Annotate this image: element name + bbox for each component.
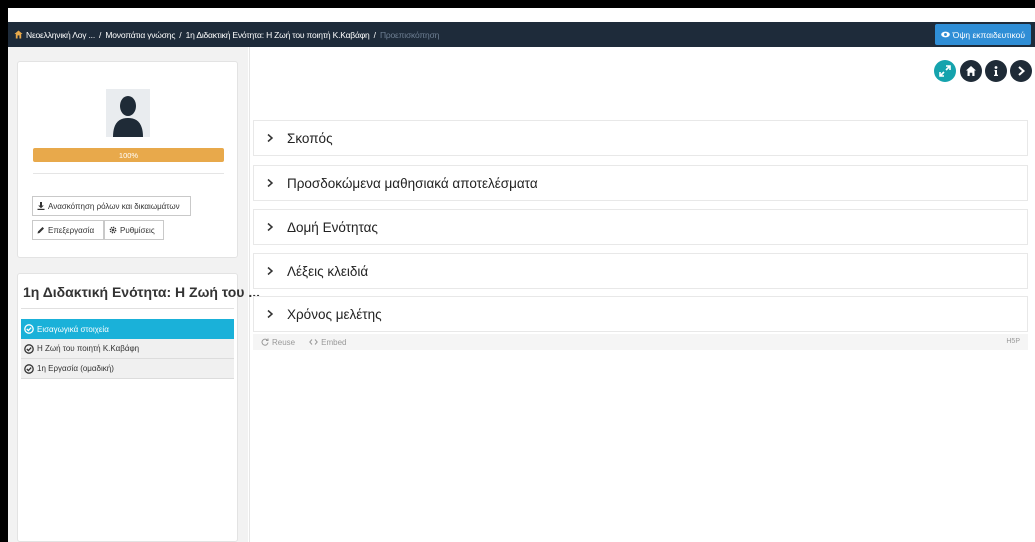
divider xyxy=(21,308,234,309)
divider xyxy=(33,173,224,174)
accordion-label: Σκοπός xyxy=(287,130,333,146)
avatar xyxy=(106,89,150,137)
breadcrumb-current: Προεπισκόπηση xyxy=(379,29,440,40)
accordion-label: Δομή Ενότητας xyxy=(287,219,378,235)
unit-item-assignment[interactable]: 1η Εργασία (ομαδική) xyxy=(21,359,234,379)
breadcrumb-paths[interactable]: Μονοπάτια γνώσης xyxy=(105,30,175,40)
progress-label: 100% xyxy=(118,150,139,160)
breadcrumb-separator: / xyxy=(98,29,102,40)
edit-button[interactable]: Επεξεργασία xyxy=(32,220,104,240)
gear-icon xyxy=(109,226,117,234)
accordion-item-keywords[interactable]: Λέξεις κλειδιά xyxy=(253,253,1028,289)
eye-icon xyxy=(940,31,950,38)
accordion-item-study-time[interactable]: Χρόνος μελέτης xyxy=(253,296,1028,332)
info-button[interactable] xyxy=(985,60,1007,82)
accordion-label: Λέξεις κλειδιά xyxy=(287,263,369,279)
progress-bar: 100% xyxy=(33,148,224,162)
unit-card: 1η Διδακτική Ενότητα: Η Ζωή του ... Εισα… xyxy=(17,273,260,542)
settings-button[interactable]: Ρυθμίσεις xyxy=(104,220,164,240)
settings-label: Ρυθμίσεις xyxy=(120,225,155,235)
home-icon[interactable] xyxy=(14,30,23,39)
teacher-view-label: Όψη εκπαιδευτικού xyxy=(952,29,1025,40)
review-roles-label: Ανασκόπηση ρόλων και δικαιωμάτων xyxy=(48,201,180,211)
next-icon xyxy=(1018,66,1026,76)
unit-title: 1η Διδακτική Ενότητα: Η Ζωή του ... xyxy=(23,284,260,300)
accordion-label: Χρόνος μελέτης xyxy=(287,306,382,322)
review-roles-button[interactable]: Ανασκόπηση ρόλων και δικαιωμάτων xyxy=(32,196,191,216)
breadcrumb-course[interactable]: Νεοελληνική Λογ ... xyxy=(26,30,95,40)
pencil-icon xyxy=(37,227,44,234)
unit-item-label: Εισαγωγικά στοιχεία xyxy=(37,324,109,334)
edit-label: Επεξεργασία xyxy=(48,225,95,235)
accordion-label: Προσδοκώμενα μαθησιακά αποτελέσματα xyxy=(287,175,538,191)
embed-label: Embed xyxy=(321,337,347,347)
reuse-button[interactable]: Reuse xyxy=(261,338,295,347)
h5p-logo[interactable]: H5P xyxy=(1006,338,1020,345)
check-circle-icon xyxy=(24,324,34,334)
breadcrumb-separator: / xyxy=(373,29,376,40)
breadcrumb: Νεοελληνική Λογ ... / Μονοπάτια γνώσης /… xyxy=(8,22,1035,47)
embed-icon xyxy=(309,339,318,345)
info-icon xyxy=(994,66,998,76)
breadcrumb-separator: / xyxy=(179,29,182,40)
app-frame: Νεοελληνική Λογ ... / Μονοπάτια γνώσης /… xyxy=(8,8,1035,542)
chevron-right-icon xyxy=(267,133,274,143)
check-circle-icon xyxy=(24,343,34,354)
user-silhouette-icon xyxy=(113,96,143,137)
accordion-item-structure[interactable]: Δομή Ενότητας xyxy=(253,209,1028,245)
chevron-right-icon xyxy=(267,309,274,319)
check-circle-icon xyxy=(24,363,34,374)
unit-item-label: 1η Εργασία (ομαδική) xyxy=(37,364,114,373)
breadcrumb-unit[interactable]: 1η Διδακτική Ενότητα: Η Ζωή του ποιητή Κ… xyxy=(186,30,370,40)
teacher-view-button[interactable]: Όψη εκπαιδευτικού xyxy=(934,24,1031,45)
profile-card: 100% Ανασκόπηση ρόλων και δικαιωμάτων Επ… xyxy=(17,61,238,258)
home-button[interactable] xyxy=(960,60,982,82)
chevron-right-icon xyxy=(267,266,274,276)
unit-item-life[interactable]: Η Ζωή του ποιητή Κ.Καβάφη xyxy=(21,339,234,359)
embed-button[interactable]: Embed xyxy=(309,338,346,347)
accordion-item-purpose[interactable]: Σκοπός xyxy=(253,120,1028,156)
expand-icon xyxy=(939,65,951,77)
chevron-right-icon xyxy=(267,178,274,188)
accordion-item-outcomes[interactable]: Προσδοκώμενα μαθησιακά αποτελέσματα xyxy=(253,165,1028,201)
unit-item-label: Η Ζωή του ποιητή Κ.Καβάφη xyxy=(37,344,140,353)
chevron-right-icon xyxy=(267,222,274,232)
download-icon xyxy=(37,202,45,210)
unit-item-intro[interactable]: Εισαγωγικά στοιχεία xyxy=(21,319,234,339)
reuse-label: Reuse xyxy=(272,337,296,347)
h5p-footer: Reuse Embed H5P xyxy=(253,334,1028,350)
house-icon xyxy=(966,66,976,76)
next-button[interactable] xyxy=(1010,60,1032,82)
expand-button[interactable] xyxy=(934,60,956,82)
reuse-icon xyxy=(261,338,269,346)
